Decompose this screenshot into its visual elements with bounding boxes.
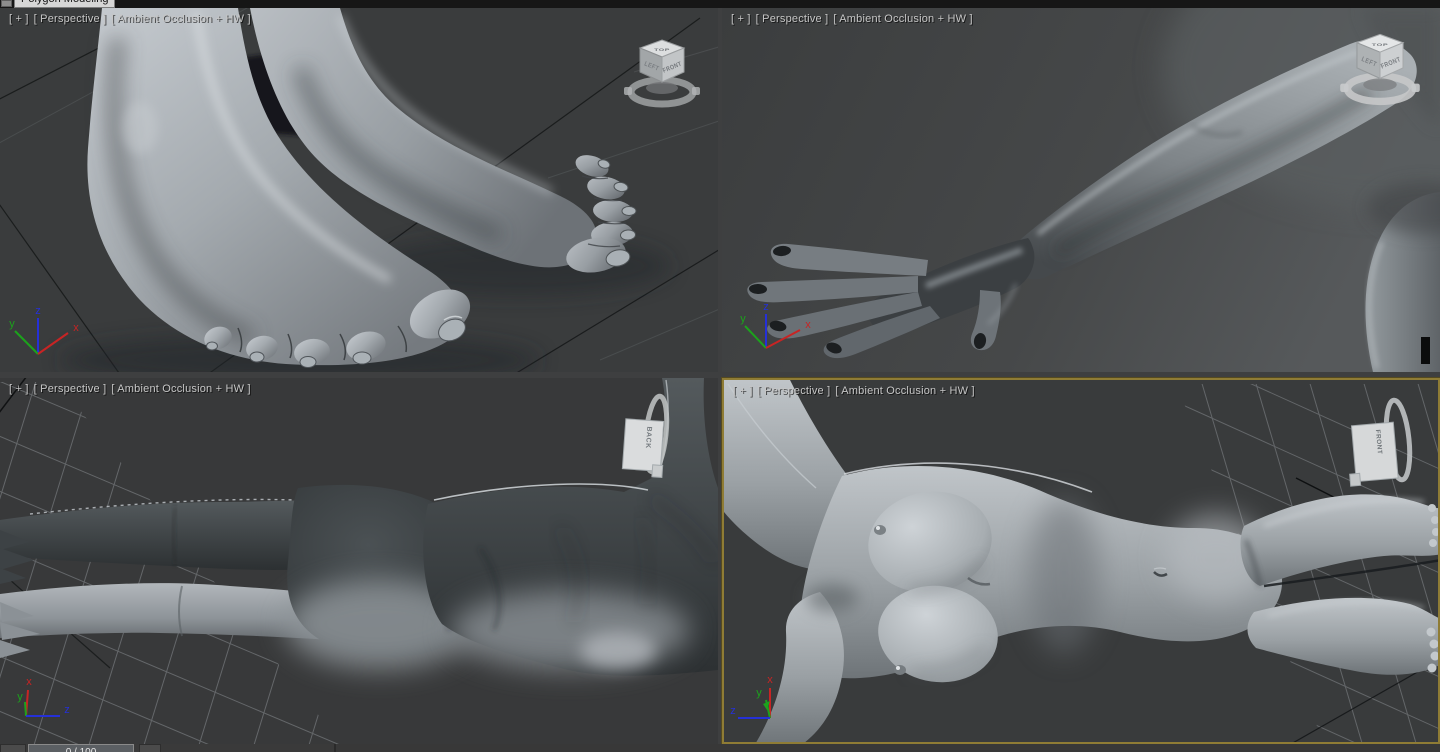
viewcube[interactable]: TOP LEFT FRONT (620, 36, 704, 112)
next-frame-button[interactable] (139, 744, 161, 752)
max-window: Polygon Modeling (0, 0, 1440, 752)
nipple-highlight (896, 666, 900, 670)
viewcube-face-back[interactable] (621, 418, 665, 472)
viewport-header: [ + ] [ Perspective ] [ Ambient Occlusio… (731, 13, 973, 25)
axis-x-label: x (26, 676, 32, 688)
viewport-header: [ + ] [ Perspective ] [ Ambient Occlusio… (9, 383, 251, 395)
viewport-bottom-left[interactable]: [ + ] [ Perspective ] [ Ambient Occlusio… (0, 378, 718, 744)
viewport-menu-shading[interactable]: [ Ambient Occlusion + HW ] (835, 385, 974, 397)
viewport-menu-shading[interactable]: [ Ambient Occlusion + HW ] (111, 13, 250, 25)
viewcube-ring-handle[interactable] (1411, 83, 1420, 92)
viewport-top-right[interactable]: [ + ] [ Perspective ] [ Ambient Occlusio… (722, 8, 1440, 372)
viewcube-ring-handle[interactable] (1349, 472, 1362, 487)
viewcube-ring-handle[interactable] (651, 464, 664, 478)
axis-gizmo: x y z (730, 674, 773, 719)
nipple-highlight (876, 526, 880, 530)
previous-frame-button[interactable] (0, 744, 26, 752)
viewport-menu-pov[interactable]: [ Perspective ] (34, 13, 107, 25)
axis-x-label: x (767, 674, 773, 686)
nipple (874, 525, 886, 535)
viewport-menu-shading[interactable]: [ Ambient Occlusion + HW ] (833, 13, 972, 25)
viewport-header: [ + ] [ Perspective ] [ Ambient Occlusio… (9, 13, 251, 25)
viewcube-label-top: TOP (1372, 43, 1388, 47)
axis-y-label: y (756, 687, 762, 699)
edge-artifact (1421, 337, 1430, 364)
scene-body-front[interactable] (724, 380, 1438, 742)
viewcube-shadow (1363, 78, 1397, 91)
axis-z-label: z (64, 704, 70, 716)
viewcube[interactable]: FRONT (1342, 394, 1426, 488)
axis-gizmo: z y x (740, 301, 811, 349)
viewport-header: [ + ] [ Perspective ] [ Ambient Occlusio… (733, 385, 975, 397)
nipple (894, 665, 906, 675)
viewport-menu-general[interactable]: [ + ] (9, 383, 29, 395)
axis-z-label: z (35, 305, 41, 317)
axis-gizmo: x y z (17, 676, 70, 717)
time-slider-track[interactable] (334, 744, 1440, 752)
axis-y-label: y (740, 313, 746, 325)
ribbon-tab-polygon-modeling[interactable]: Polygon Modeling (14, 0, 116, 8)
viewport-menu-general[interactable]: [ + ] (731, 13, 751, 25)
viewcube-ring-handle[interactable] (624, 87, 632, 95)
viewport-menu-pov[interactable]: [ Perspective ] (34, 383, 107, 395)
viewcube[interactable]: BACK (612, 390, 690, 482)
viewcube-ring-handle[interactable] (1340, 83, 1349, 92)
viewcube-label-top: TOP (654, 48, 670, 52)
viewcube-shadow (646, 82, 678, 94)
axis-x-label: x (805, 319, 811, 331)
viewport-menu-general[interactable]: [ + ] (733, 385, 753, 397)
ribbon-minimize-icon[interactable] (1, 0, 12, 7)
axis-z-label: z (763, 301, 769, 313)
axis-y-label: y (17, 691, 23, 703)
scene-body-back[interactable] (0, 378, 718, 744)
time-slider-thumb[interactable]: 0 / 100 (28, 744, 134, 752)
viewport-top-left[interactable]: [ + ] [ Perspective ] [ Ambient Occlusio… (0, 8, 718, 372)
viewport-menu-general[interactable]: [ + ] (9, 13, 29, 25)
viewcube-ring-handle[interactable] (692, 87, 700, 95)
axis-x-label: x (73, 322, 79, 334)
time-slider-bar: 0 / 100 (0, 744, 1440, 752)
viewport-menu-pov[interactable]: [ Perspective ] (756, 13, 829, 25)
axis-gizmo: z y x (9, 305, 79, 355)
viewport-menu-pov[interactable]: [ Perspective ] (758, 385, 831, 397)
axis-z-label: z (730, 705, 736, 717)
viewport-bottom-right[interactable]: [ + ] [ Perspective ] [ Ambient Occlusio… (721, 377, 1440, 745)
ribbon-bar: Polygon Modeling (0, 0, 1440, 8)
viewport-menu-shading[interactable]: [ Ambient Occlusion + HW ] (111, 383, 250, 395)
scene-feet-closeup[interactable] (0, 8, 718, 372)
viewcube[interactable]: TOP LEFT FRONT (1336, 30, 1424, 110)
axis-y-label: y (9, 318, 15, 330)
